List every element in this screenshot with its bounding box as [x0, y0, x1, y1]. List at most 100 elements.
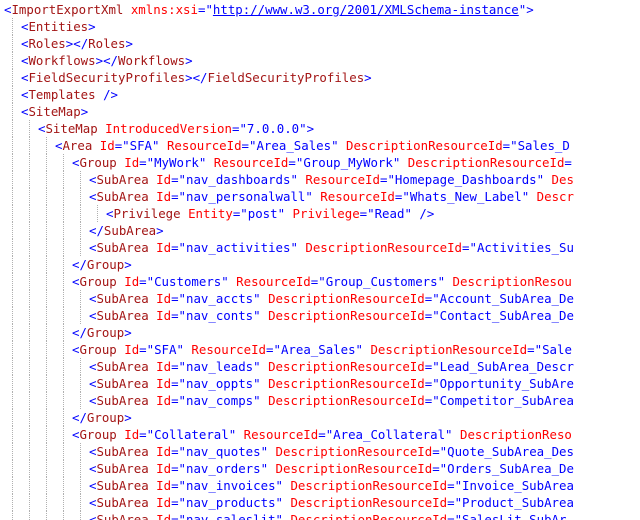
xml-element-name: SiteMap	[28, 104, 81, 119]
xml-attribute-name: Id	[148, 512, 172, 520]
indent-guide	[63, 324, 64, 341]
indent-guide	[12, 171, 13, 188]
xml-line-content: <SubArea Id="nav_quotes" DescriptionReso…	[89, 443, 574, 460]
xml-attribute-name: DescriptionResourceId	[260, 308, 425, 323]
xml-punctuation: ></	[185, 70, 208, 85]
xml-punctuation: ></	[95, 53, 118, 68]
xml-line-content: </Group>	[72, 409, 132, 426]
indent-guide	[12, 35, 13, 52]
xml-punctuation: />	[95, 87, 118, 102]
xml-element-name: SubArea	[96, 172, 149, 187]
indent-guide	[63, 239, 64, 256]
indent-guide	[12, 426, 13, 443]
xml-line-content: <Entities>	[21, 18, 96, 35]
xml-line: <SubArea Id="nav_personalwall" ResourceI…	[0, 188, 640, 205]
xml-punctuation: </	[72, 410, 87, 425]
xml-punctuation: ="	[197, 2, 213, 17]
indent-guide	[80, 290, 81, 307]
xml-attribute-name: DescriptionReso	[452, 427, 572, 442]
indent-guide	[46, 511, 47, 520]
indent-guide	[63, 477, 64, 494]
xml-line: <SubArea Id="nav_orders" DescriptionReso…	[0, 460, 640, 477]
xml-line: <Group Id="MyWork" ResourceId="Group_MyW…	[0, 154, 640, 171]
xml-punctuation: =	[288, 155, 296, 170]
indent-guide	[63, 273, 64, 290]
xml-viewer: <ImportExportXml xmlns:xsi="http://www.w…	[0, 0, 640, 520]
indent-guide	[12, 120, 13, 137]
indent-guide	[29, 392, 30, 409]
indent-guide	[80, 375, 81, 392]
xml-attribute-name: DescriptionResourceId	[260, 291, 425, 306]
xml-punctuation: >	[88, 19, 96, 34]
xml-punctuation: >	[125, 36, 133, 51]
xml-attribute-value: "nav_comps"	[178, 393, 261, 408]
indent-guide	[46, 358, 47, 375]
xml-attribute-value: "Opportunity_SubAre	[432, 376, 574, 391]
xml-attribute-name: DescriptionResourceId	[282, 512, 448, 520]
xml-attribute-value: "Contact_SubArea_De	[432, 308, 574, 323]
indent-guide	[12, 358, 13, 375]
xml-line-content: </Group>	[72, 256, 132, 273]
xml-attribute-name: Id	[148, 393, 172, 408]
xml-element-name: Group	[86, 410, 125, 425]
xml-punctuation: =	[171, 512, 179, 520]
xml-element-name: FieldSecurityProfiles	[207, 70, 365, 85]
indent-guide	[29, 494, 30, 511]
indent-guide	[63, 375, 64, 392]
indent-guide	[46, 256, 47, 273]
xml-element-name: Area	[62, 138, 93, 153]
xml-line: <Entities>	[0, 18, 640, 35]
xml-line: <Group Id="Collateral" ResourceId="Area_…	[0, 426, 640, 443]
xml-element-name: SubArea	[96, 240, 149, 255]
indent-guide	[80, 307, 81, 324]
xml-element-name: SubArea	[96, 478, 149, 493]
indent-guide	[29, 324, 30, 341]
xml-line: <SubArea Id="nav_dashboards" ResourceId=…	[0, 171, 640, 188]
indent-guide	[63, 409, 64, 426]
indent-guide	[12, 18, 13, 35]
indent-guide	[12, 256, 13, 273]
indent-guide	[46, 307, 47, 324]
xml-punctuation: >	[185, 53, 193, 68]
indent-guide	[46, 460, 47, 477]
xml-line: </Group>	[0, 256, 640, 273]
indent-guide	[29, 154, 30, 171]
xml-attribute-name: Des	[544, 172, 574, 187]
xml-line-content: <SubArea Id="nav_saleslit" DescriptionRe…	[89, 511, 566, 520]
xml-line-content: <Area Id="SFA" ResourceId="Area_Sales" D…	[55, 137, 570, 154]
xml-line-content: <SubArea Id="nav_leads" DescriptionResou…	[89, 358, 574, 375]
xml-attribute-name: DescriptionResourceId	[282, 495, 448, 510]
xml-namespace-link[interactable]: http://www.w3.org/2001/XMLSchema-instanc…	[213, 2, 519, 17]
xml-element-name: SubArea	[96, 308, 149, 323]
xml-element-name: Group	[86, 325, 125, 340]
xml-attribute-value: "Activities_Su	[469, 240, 574, 255]
xml-line-content: <Templates />	[21, 86, 118, 103]
indent-guide	[63, 290, 64, 307]
xml-line: <SubArea Id="nav_quotes" DescriptionReso…	[0, 443, 640, 460]
indent-guide	[12, 511, 13, 520]
xml-attribute-value: "SFA"	[122, 138, 160, 153]
xml-attribute-name: DescriptionResourceId	[282, 478, 448, 493]
xml-element-name: Group	[79, 342, 117, 357]
xml-attribute-name: IntroducedVersion	[97, 121, 232, 136]
indent-guide	[29, 137, 30, 154]
xml-attribute-value: "nav_oppts"	[178, 376, 261, 391]
indent-guide	[63, 307, 64, 324]
xml-line: </Group>	[0, 324, 640, 341]
xml-line-content: <Privilege Entity="post" Privilege="Read…	[106, 205, 434, 222]
xml-attribute-name: Id	[116, 342, 140, 357]
indent-guide	[63, 494, 64, 511]
xml-element-name: SubArea	[96, 495, 149, 510]
indent-guide	[46, 154, 47, 171]
indent-guide	[80, 477, 81, 494]
xml-element-name: Group	[79, 155, 117, 170]
xml-element-name: ImportExportXml	[11, 2, 124, 17]
xml-element-name: SubArea	[96, 461, 149, 476]
indent-guide	[12, 239, 13, 256]
xml-attribute-name: Id	[116, 274, 140, 289]
xml-punctuation: =	[139, 274, 147, 289]
xml-punctuation: =	[432, 461, 440, 476]
xml-punctuation: >	[364, 70, 372, 85]
xml-line-content: <SubArea Id="nav_products" DescriptionRe…	[89, 494, 574, 511]
xml-attribute-name: DescriptionResourceId	[297, 240, 463, 255]
